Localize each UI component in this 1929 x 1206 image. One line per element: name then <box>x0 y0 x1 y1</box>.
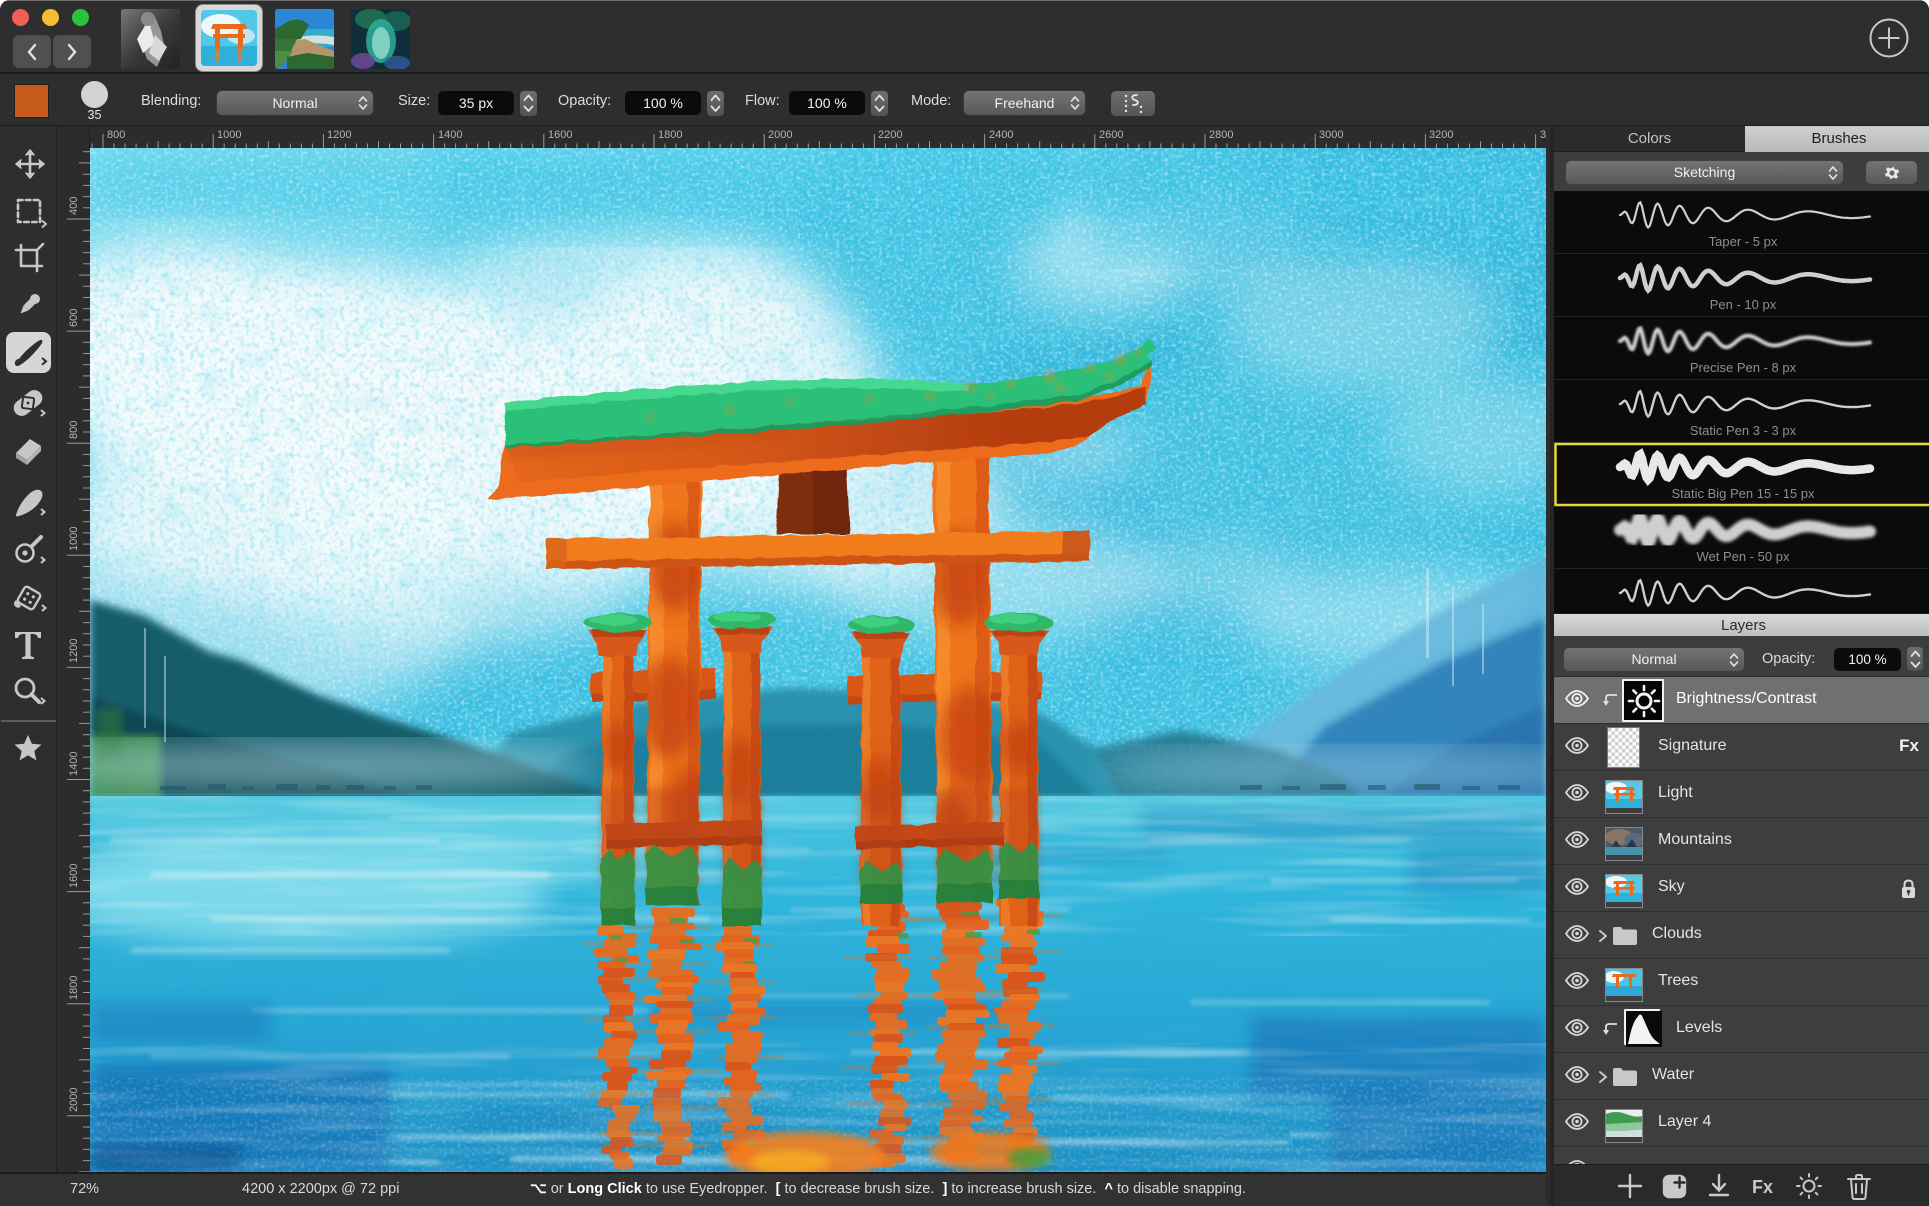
svg-text:1400: 1400 <box>438 129 462 141</box>
svg-text:Static Big Pen 15 - 15 px: Static Big Pen 15 - 15 px <box>1671 486 1815 501</box>
svg-text:2400: 2400 <box>989 129 1013 141</box>
svg-text:600: 600 <box>68 309 80 327</box>
svg-text:2000: 2000 <box>768 129 792 141</box>
svg-text:2800: 2800 <box>1209 129 1233 141</box>
svg-text:1000: 1000 <box>68 527 80 551</box>
svg-text:3000: 3000 <box>1319 129 1343 141</box>
svg-text:3400: 3400 <box>1540 129 1546 141</box>
svg-text:3200: 3200 <box>1429 129 1453 141</box>
svg-text:2200: 2200 <box>878 129 902 141</box>
svg-text:800: 800 <box>68 421 80 439</box>
svg-text:1200: 1200 <box>68 639 80 663</box>
svg-text:1200: 1200 <box>327 129 351 141</box>
svg-text:Pen - 10 px: Pen - 10 px <box>1710 297 1777 312</box>
svg-text:Precise Pen - 8 px: Precise Pen - 8 px <box>1690 360 1797 375</box>
svg-text:Fx: Fx <box>1752 1177 1773 1197</box>
svg-text:1600: 1600 <box>548 129 572 141</box>
svg-text:1600: 1600 <box>68 864 80 888</box>
svg-text:1000: 1000 <box>217 129 241 141</box>
svg-text:2600: 2600 <box>1099 129 1123 141</box>
svg-text:1800: 1800 <box>658 129 682 141</box>
svg-text:Wet Pen - 50 px: Wet Pen - 50 px <box>1697 549 1790 564</box>
svg-text:2000: 2000 <box>68 1088 80 1112</box>
svg-text:800: 800 <box>107 129 125 141</box>
svg-text:400: 400 <box>68 197 80 215</box>
svg-text:1800: 1800 <box>68 976 80 1000</box>
svg-text:Static Pen 3 - 3 px: Static Pen 3 - 3 px <box>1690 423 1797 438</box>
svg-text:Taper - 5 px: Taper - 5 px <box>1709 234 1778 249</box>
svg-text:1400: 1400 <box>68 752 80 776</box>
